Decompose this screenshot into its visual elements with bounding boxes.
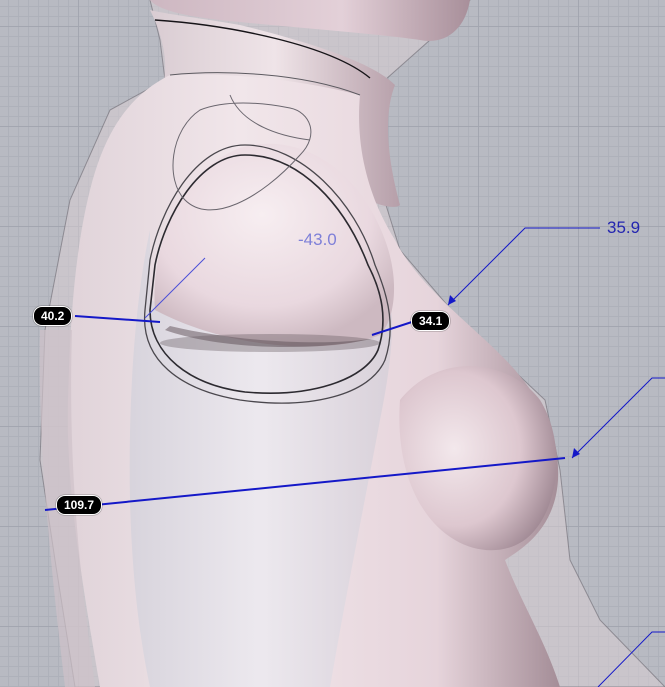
chest-measurement-tag[interactable]: 109.7	[56, 495, 103, 515]
3d-viewport[interactable]: -43.0 35.9 40.2 34.1 109.7	[0, 0, 665, 687]
leader-chest	[571, 377, 665, 459]
shoulder-measurement-tag[interactable]: 34.1	[411, 311, 451, 331]
leader-35-9	[447, 227, 600, 306]
mannequin-scene	[39, 0, 665, 687]
leader-value-label: 35.9	[607, 218, 641, 237]
armhole-measurement-tag[interactable]: 40.2	[33, 306, 73, 326]
shoulder-angle-label: -43.0	[298, 230, 337, 249]
